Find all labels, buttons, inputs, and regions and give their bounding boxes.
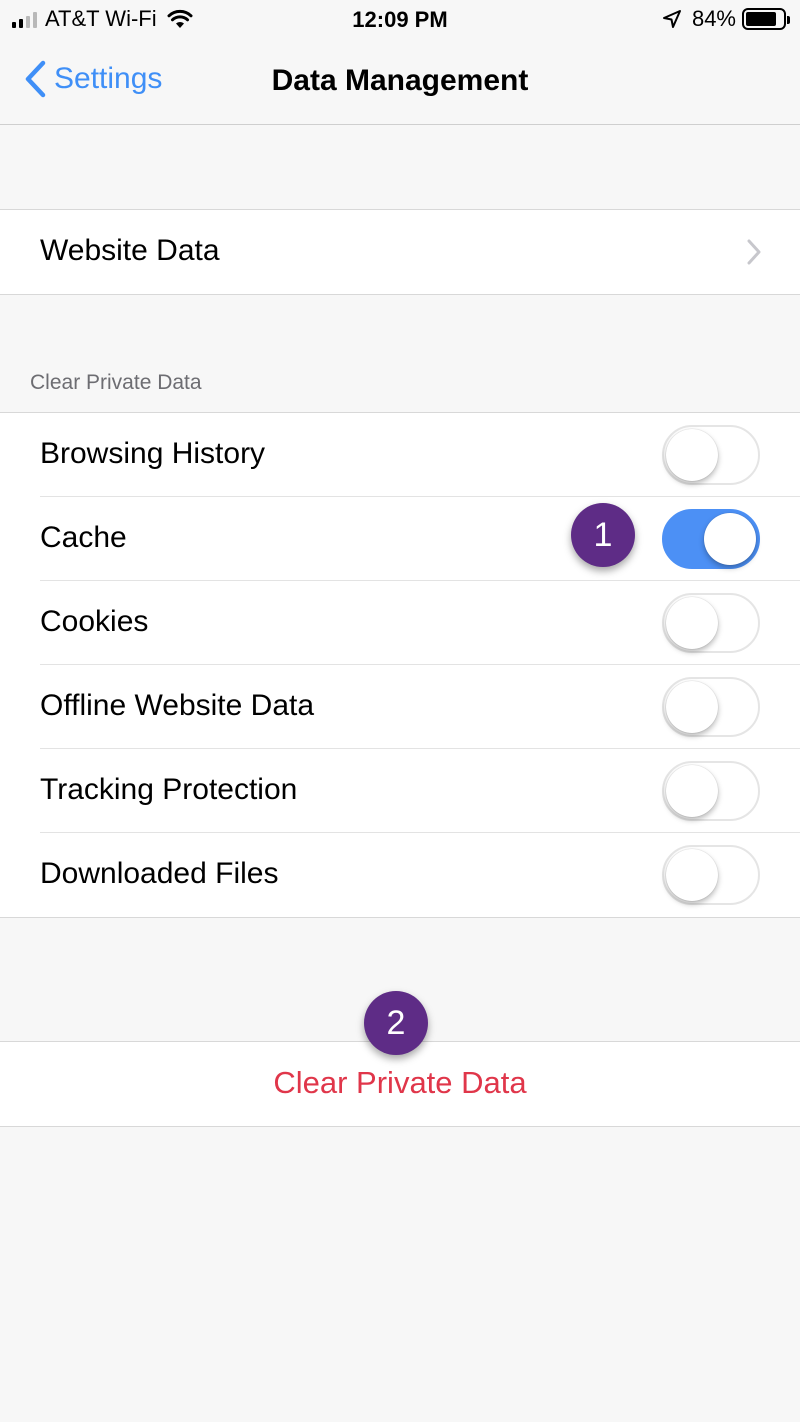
- clear-private-data-label: Clear Private Data: [273, 1065, 527, 1100]
- website-data-group: Website Data: [0, 209, 800, 295]
- option-label: Cache: [40, 521, 127, 554]
- website-data-label: Website Data: [40, 234, 220, 267]
- option-label: Tracking Protection: [40, 773, 298, 806]
- option-label: Offline Website Data: [40, 689, 315, 722]
- cache-toggle[interactable]: [662, 509, 760, 569]
- browsing-history-toggle[interactable]: [662, 425, 760, 485]
- downloaded-files-toggle[interactable]: [662, 845, 760, 905]
- battery-fill: [746, 12, 777, 26]
- toggle-knob: [704, 513, 756, 565]
- page-title: Data Management: [271, 64, 529, 97]
- toggle-knob: [666, 849, 718, 901]
- option-row-tracking-protection: Tracking Protection: [0, 749, 800, 833]
- annotation-badge-2: 2: [364, 991, 428, 1055]
- navigation-bar: Settings Data Management: [0, 40, 800, 125]
- option-row-browsing-history: Browsing History: [0, 413, 800, 497]
- annotation-badge-1: 1: [571, 503, 635, 567]
- battery-percent: 84%: [691, 6, 736, 31]
- cookies-toggle[interactable]: [662, 593, 760, 653]
- option-row-cache: Cache: [0, 497, 800, 581]
- toggle-knob: [666, 765, 718, 817]
- status-bar: AT&T Wi-Fi 12:09 PM 84%: [0, 0, 800, 40]
- website-data-row[interactable]: Website Data: [0, 210, 800, 294]
- option-label: Cookies: [40, 605, 149, 638]
- option-row-cookies: Cookies: [0, 581, 800, 665]
- toggle-knob: [666, 429, 718, 481]
- toggle-knob: [666, 681, 718, 733]
- status-right: 84%: [662, 6, 790, 32]
- offline-website-data-toggle[interactable]: [662, 677, 760, 737]
- location-icon: [662, 10, 681, 28]
- toggle-knob: [666, 597, 718, 649]
- clear-options-group: Browsing History Cache Cookies Offline W…: [0, 412, 800, 918]
- tracking-protection-toggle[interactable]: [662, 761, 760, 821]
- option-row-downloaded-files: Downloaded Files: [0, 833, 800, 917]
- option-row-offline-website-data: Offline Website Data: [0, 665, 800, 749]
- battery-icon: [742, 8, 790, 30]
- chevron-right-icon: [747, 239, 761, 265]
- section-header-clear-private-data: Clear Private Data: [30, 371, 202, 394]
- option-label: Downloaded Files: [40, 857, 279, 890]
- option-label: Browsing History: [40, 437, 266, 470]
